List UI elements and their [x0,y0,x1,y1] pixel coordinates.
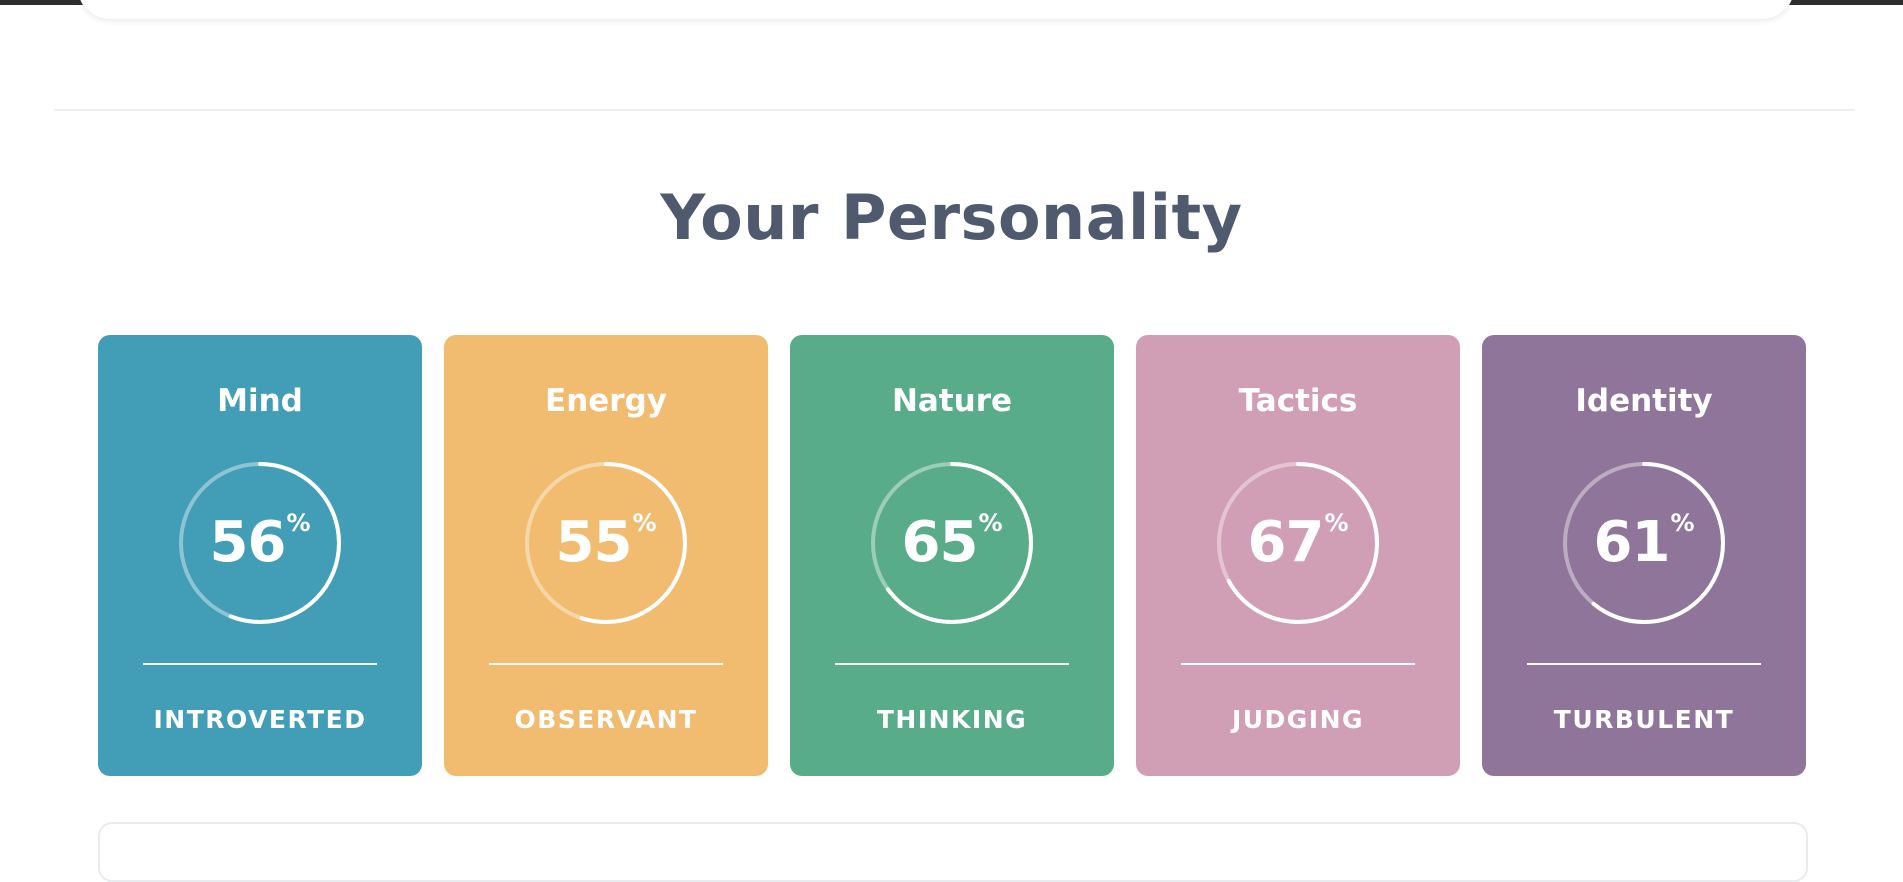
percent-ring: 65% [870,461,1034,625]
percent-ring: 55% [524,461,688,625]
card-divider [1527,663,1761,665]
percent-readout: 65% [870,461,1034,625]
percent-readout: 56% [178,461,342,625]
card-divider [1181,663,1415,665]
percent-readout: 61% [1562,461,1726,625]
percent-sign: % [1670,509,1695,537]
percent-sign: % [978,509,1003,537]
percent-value: 61 [1593,510,1671,575]
card-title: Identity [1575,383,1713,419]
trait-label: JUDGING [1231,705,1365,734]
trait-label: THINKING [876,705,1028,734]
card-mind: Mind 56% INTROVERTED [98,335,422,776]
personality-cards: Mind 56% INTROVERTED Energy 55% OBSERVAN… [98,335,1806,776]
percent-value: 56 [209,510,287,575]
card-divider [143,663,377,665]
percent-value: 65 [901,510,979,575]
percent-value: 67 [1247,510,1325,575]
card-title: Nature [891,383,1013,419]
percent-sign: % [632,509,657,537]
percent-sign: % [1324,509,1349,537]
percent-ring: 67% [1216,461,1380,625]
card-energy: Energy 55% OBSERVANT [444,335,768,776]
section-title: Your Personality [660,181,1243,254]
card-tactics: Tactics 67% JUDGING [1136,335,1460,776]
percent-ring: 56% [178,461,342,625]
percent-readout: 67% [1216,461,1380,625]
percent-readout: 55% [524,461,688,625]
card-nature: Nature 65% THINKING [790,335,1114,776]
percent-value: 55 [555,510,633,575]
trait-label: INTROVERTED [153,705,367,734]
percent-sign: % [286,509,311,537]
card-title: Energy [545,383,667,419]
section-divider [54,109,1854,111]
trait-label: OBSERVANT [514,705,698,734]
card-identity: Identity 61% TURBULENT [1482,335,1806,776]
next-section-box [98,822,1808,882]
trait-label: TURBULENT [1553,705,1735,734]
card-title: Mind [217,383,303,419]
percent-ring: 61% [1562,461,1726,625]
card-divider [835,663,1069,665]
previous-card-edge [78,0,1794,20]
card-divider [489,663,723,665]
card-title: Tactics [1238,383,1358,419]
